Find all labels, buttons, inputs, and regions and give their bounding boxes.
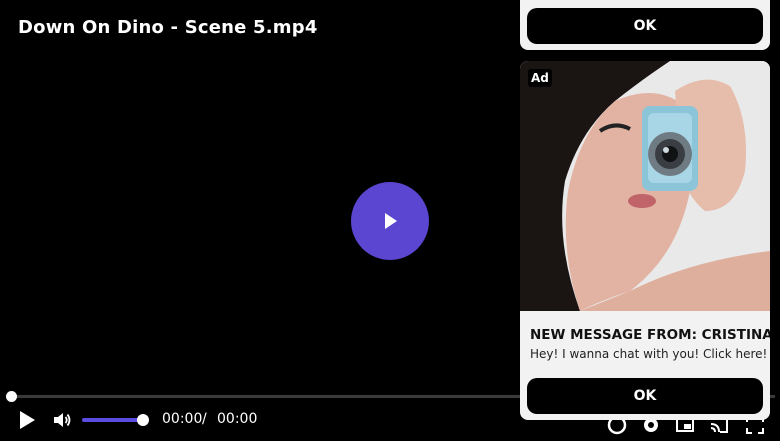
current-time: 00:00 bbox=[162, 411, 203, 427]
time-separator: / bbox=[202, 411, 207, 427]
mute-button[interactable] bbox=[52, 411, 72, 429]
ad-card-top: OK bbox=[520, 0, 770, 50]
progress-handle[interactable] bbox=[6, 391, 17, 402]
ad-badge: Ad bbox=[528, 69, 552, 87]
play-icon bbox=[20, 411, 35, 429]
ad-text[interactable]: Hey! I wanna chat with you! Click here! bbox=[530, 347, 767, 361]
play-icon bbox=[385, 213, 397, 229]
volume-slider[interactable] bbox=[82, 418, 144, 422]
volume-handle[interactable] bbox=[137, 414, 149, 426]
ad-image[interactable] bbox=[520, 61, 770, 311]
big-play-button[interactable] bbox=[351, 182, 429, 260]
ad-title[interactable]: NEW MESSAGE FROM: CRISTINA bbox=[530, 327, 770, 343]
duration: 00:00 bbox=[217, 411, 258, 427]
video-title: Down On Dino - Scene 5.mp4 bbox=[18, 17, 318, 38]
volume-icon bbox=[54, 413, 71, 427]
ad-ok-button-top[interactable]: OK bbox=[527, 8, 763, 44]
ad-ok-button[interactable]: OK bbox=[527, 378, 763, 414]
play-button[interactable] bbox=[17, 410, 37, 430]
ad-card[interactable]: Ad NEW MESSAGE FROM: CRISTINA Hey! I wan… bbox=[520, 61, 770, 420]
